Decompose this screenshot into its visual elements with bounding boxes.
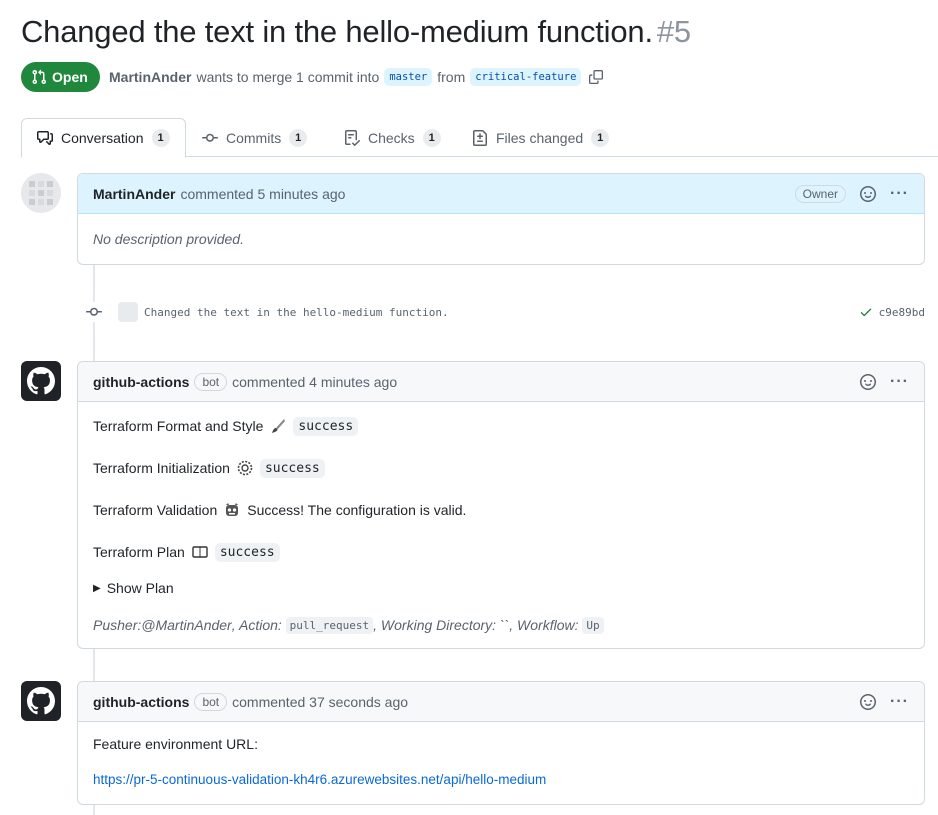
action-value: pull_request	[285, 616, 374, 634]
comment-discussion-icon	[37, 131, 53, 145]
merge-text: wants to merge 1 commit into	[196, 69, 380, 85]
comment-meta[interactable]: commented 37 seconds ago	[232, 694, 408, 710]
tab-label: Checks	[368, 129, 415, 146]
comment-box: github-actions bot commented 37 seconds …	[77, 681, 925, 805]
bot-badge: bot	[194, 692, 228, 711]
feature-url-label: Feature environment URL:	[93, 736, 258, 752]
format-status: success	[293, 416, 359, 436]
pr-meta: MartinAnder wants to merge 1 commit into…	[109, 68, 604, 86]
pr-number: #5	[656, 14, 691, 49]
plan-status: success	[214, 542, 280, 562]
checklist-icon	[345, 129, 360, 146]
format-label: Terraform Format and Style	[93, 418, 264, 434]
owner-badge: Owner	[794, 184, 847, 203]
comment-box: MartinAnder commented 5 minutes ago Owne…	[77, 173, 925, 265]
tab-count: 1	[151, 129, 170, 147]
pusher-prefix: Pusher:	[93, 617, 142, 633]
comment-header: github-actions bot commented 4 minutes a…	[78, 362, 924, 402]
avatar[interactable]	[21, 361, 61, 401]
kebab-menu-icon[interactable]: ···	[890, 373, 909, 391]
comment-meta[interactable]: commented 5 minutes ago	[180, 186, 345, 202]
smiley-icon[interactable]	[859, 373, 877, 391]
smiley-icon[interactable]	[859, 185, 877, 203]
commit-status: c9e89bd	[859, 305, 925, 319]
validation-label: Terraform Validation	[93, 502, 218, 518]
format-line: Terraform Format and Style success	[93, 405, 909, 447]
book-icon	[191, 543, 209, 561]
plan-line: Terraform Plan success	[93, 531, 909, 573]
workdir-text: , Working Directory: ``, Workflow:	[373, 617, 583, 633]
git-pull-request-icon	[32, 69, 47, 85]
triangle-right-icon: ▶	[93, 582, 101, 594]
comment-header: github-actions bot commented 37 seconds …	[78, 682, 924, 722]
feature-url-link[interactable]: https://pr-5-continuous-validation-kh4r6…	[93, 772, 909, 787]
tab-count: 1	[591, 128, 610, 147]
tab-label: Conversation	[61, 130, 144, 146]
commit-timeline-item: Changed the text in the hello-medium fun…	[84, 300, 925, 324]
paintbrush-icon	[269, 417, 287, 435]
gear-icon	[236, 459, 254, 477]
init-label: Terraform Initialization	[93, 460, 230, 476]
commit-message-link[interactable]: Changed the text in the hello-medium fun…	[144, 306, 449, 319]
workflow-value: Up	[582, 616, 604, 634]
validation-line: Terraform Validation Success! The config…	[93, 489, 909, 531]
init-status: success	[259, 458, 325, 478]
pr-title: Changed the text in the hello-medium fun…	[21, 14, 653, 49]
action-prefix: , Action:	[231, 617, 286, 633]
robot-icon	[223, 501, 241, 519]
tab-count: 1	[289, 128, 308, 147]
smiley-icon[interactable]	[859, 693, 877, 711]
comment-box: github-actions bot commented 4 minutes a…	[77, 361, 925, 649]
show-plan-toggle[interactable]: ▶ Show Plan	[93, 573, 909, 603]
no-description-text: No description provided.	[93, 231, 244, 247]
comment-body: Terraform Format and Style success Terra…	[78, 402, 924, 662]
avatar[interactable]	[21, 173, 61, 213]
identicon-avatar	[21, 173, 61, 213]
tab-label: Files changed	[496, 129, 584, 146]
kebab-menu-icon[interactable]: ···	[890, 693, 909, 711]
validation-status: Success! The configuration is valid.	[247, 502, 467, 518]
tab-count: 1	[422, 128, 441, 147]
tab-label: Commits	[226, 129, 282, 146]
check-icon[interactable]	[859, 305, 873, 319]
status-label: Open	[52, 69, 88, 85]
comment-body: No description provided.	[78, 214, 924, 262]
file-diff-icon	[473, 129, 487, 146]
init-line: Terraform Initialization success	[93, 447, 909, 489]
tab-files-changed[interactable]: Files changed 1	[457, 118, 624, 157]
kebab-menu-icon[interactable]: ···	[890, 185, 909, 203]
show-plan-label: Show Plan	[106, 580, 174, 596]
avatar[interactable]	[21, 681, 61, 721]
pr-author-link[interactable]: MartinAnder	[109, 69, 191, 85]
tab-checks[interactable]: Checks 1	[329, 118, 456, 157]
comment-author[interactable]: MartinAnder	[93, 186, 175, 202]
commit-sha-link[interactable]: c9e89bd	[879, 306, 925, 319]
git-commit-icon	[202, 133, 218, 142]
base-branch[interactable]: master	[384, 68, 433, 86]
github-logo-icon	[27, 367, 55, 395]
tab-commits[interactable]: Commits 1	[187, 118, 322, 157]
bot-badge: bot	[194, 372, 228, 391]
plan-label: Terraform Plan	[93, 544, 185, 560]
head-branch[interactable]: critical-feature	[470, 68, 582, 86]
comment-meta[interactable]: commented 4 minutes ago	[232, 374, 397, 390]
pusher-line: Pusher: @MartinAnder , Action: pull_requ…	[93, 603, 909, 647]
commit-author-avatar[interactable]	[118, 302, 138, 322]
comment-body: Feature environment URL: https://pr-5-co…	[78, 722, 924, 802]
github-logo-icon	[27, 687, 55, 715]
comment-author[interactable]: github-actions	[93, 374, 189, 390]
pusher-user: @MartinAnder	[141, 617, 232, 633]
copy-icon[interactable]	[589, 70, 604, 84]
pr-tabs: Conversation 1 Commits 1 Checks 1 Files …	[21, 118, 938, 158]
status-badge: Open	[21, 62, 100, 92]
page-title: Changed the text in the hello-medium fun…	[21, 14, 691, 50]
from-text: from	[437, 69, 466, 85]
tab-conversation[interactable]: Conversation 1	[21, 118, 186, 158]
comment-header: MartinAnder commented 5 minutes ago Owne…	[78, 174, 924, 214]
git-commit-icon	[84, 302, 104, 322]
comment-author[interactable]: github-actions	[93, 694, 189, 710]
